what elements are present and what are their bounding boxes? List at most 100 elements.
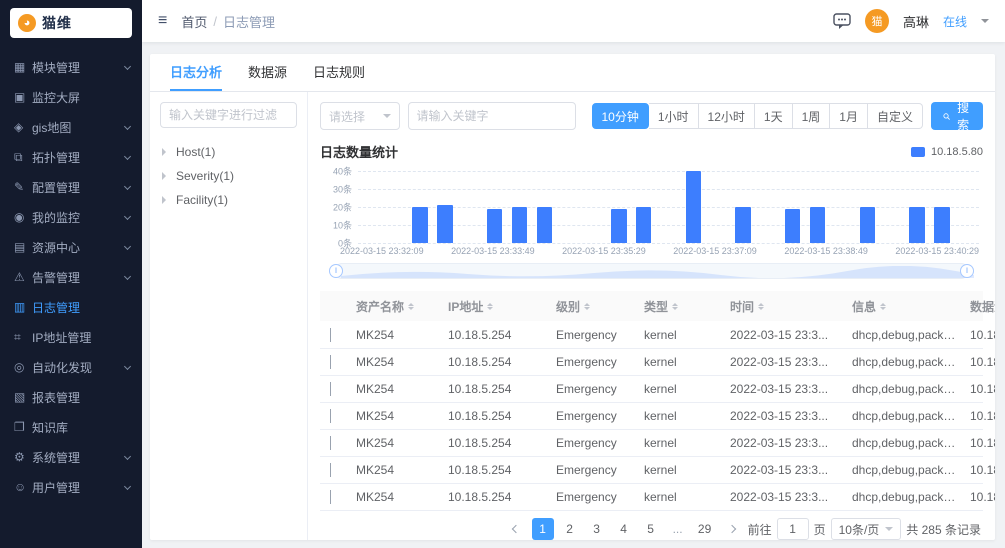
tree-node-Facility[interactable]: Facility(1)	[160, 188, 297, 212]
chart-bar[interactable]	[412, 207, 427, 243]
user-avatar[interactable]: 猫	[865, 9, 889, 33]
table-row[interactable]: MK25410.18.5.254Emergencykernel2022-03-1…	[320, 483, 983, 510]
time-range-1小时[interactable]: 1小时	[649, 103, 699, 129]
expand-row-icon[interactable]	[330, 355, 331, 369]
sidebar-item-log[interactable]: ▥日志管理	[0, 292, 142, 322]
column-header-数据源[interactable]: 数据源	[964, 298, 995, 315]
table-row[interactable]: MK25410.18.5.254Emergencykernel2022-03-1…	[320, 321, 983, 348]
sidebar-item-my-monitor[interactable]: ◉我的监控	[0, 202, 142, 232]
page-size-select[interactable]: 10条/页	[831, 518, 902, 540]
expand-row-icon[interactable]	[330, 436, 331, 450]
brand-logo[interactable]: ◕ 猫维	[10, 8, 132, 38]
time-range-12小时[interactable]: 12小时	[699, 103, 755, 129]
page-number-5[interactable]: 5	[640, 518, 662, 540]
cell-time: 2022-03-15 23:3...	[724, 355, 846, 369]
datazoom-handle-left[interactable]: ‖	[329, 264, 343, 278]
collapse-sidebar-icon[interactable]: ≡	[158, 12, 167, 30]
chart-bar[interactable]	[487, 209, 502, 243]
chart-bar[interactable]	[909, 207, 924, 243]
time-range-1月[interactable]: 1月	[830, 103, 868, 129]
table-row[interactable]: MK25410.18.5.254Emergencykernel2022-03-1…	[320, 375, 983, 402]
chart-bar[interactable]	[512, 207, 527, 243]
column-header-信息[interactable]: 信息	[846, 298, 964, 315]
table-row[interactable]: MK25410.18.5.254Emergencykernel2022-03-1…	[320, 456, 983, 483]
sidebar-item-monitor-screen[interactable]: ▣监控大屏	[0, 82, 142, 112]
chart-bar[interactable]	[636, 207, 651, 243]
chart-bar[interactable]	[437, 205, 452, 243]
cell-asset-name: MK254	[350, 409, 442, 423]
sidebar-item-users[interactable]: ☺用户管理	[0, 472, 142, 502]
sidebar-item-report[interactable]: ▧报表管理	[0, 382, 142, 412]
sidebar-item-config[interactable]: ✎配置管理	[0, 172, 142, 202]
expand-row-icon[interactable]	[330, 490, 331, 504]
expand-row-icon[interactable]	[330, 409, 331, 423]
field-select[interactable]: 请选择	[320, 102, 400, 130]
search-button[interactable]: 搜索	[931, 102, 983, 130]
tree-filter-input[interactable]	[160, 102, 297, 128]
sidebar-item-topology[interactable]: ⧉拓扑管理	[0, 142, 142, 172]
sidebar-item-alarm[interactable]: ⚠告警管理	[0, 262, 142, 292]
chart-bar[interactable]	[735, 207, 750, 243]
sidebar-item-modules[interactable]: ▦模块管理	[0, 52, 142, 82]
tree-node-Host[interactable]: Host(1)	[160, 140, 297, 164]
table-row[interactable]: MK25410.18.5.254Emergencykernel2022-03-1…	[320, 402, 983, 429]
user-menu-caret-icon[interactable]	[981, 19, 989, 27]
prev-page-button[interactable]	[505, 518, 527, 540]
page-number-2[interactable]: 2	[559, 518, 581, 540]
table-row[interactable]: MK25410.18.5.254Emergencykernel2022-03-1…	[320, 348, 983, 375]
sidebar-item-system[interactable]: ⚙系统管理	[0, 442, 142, 472]
time-range-自定义[interactable]: 自定义	[868, 103, 923, 129]
time-range-1周[interactable]: 1周	[793, 103, 831, 129]
chart-bar[interactable]	[934, 207, 949, 243]
datazoom-handle-right[interactable]: ‖	[960, 264, 974, 278]
time-range-1天[interactable]: 1天	[755, 103, 793, 129]
page-number-4[interactable]: 4	[613, 518, 635, 540]
chart-bar[interactable]	[860, 207, 875, 243]
sidebar-item-ip-address[interactable]: ⌗IP地址管理	[0, 322, 142, 352]
tree-node-Severity[interactable]: Severity(1)	[160, 164, 297, 188]
sidebar-item-auto-discovery[interactable]: ◎自动化发现	[0, 352, 142, 382]
datazoom-slider[interactable]: ‖ ‖	[334, 263, 969, 279]
sidebar-item-resource-center[interactable]: ▤资源中心	[0, 232, 142, 262]
breadcrumb-home[interactable]: 首页	[181, 12, 207, 31]
message-icon[interactable]	[833, 13, 851, 30]
column-header-资产名称[interactable]: 资产名称	[350, 298, 442, 315]
page-number-1[interactable]: 1	[532, 518, 554, 540]
column-header-类型[interactable]: 类型	[638, 298, 724, 315]
chart-bar[interactable]	[537, 207, 552, 243]
tab-数据源[interactable]: 数据源	[248, 54, 287, 91]
column-header-时间[interactable]: 时间	[724, 298, 846, 315]
sort-icon[interactable]	[584, 300, 590, 313]
table-row[interactable]: MK25410.18.5.254Emergencykernel2022-03-1…	[320, 429, 983, 456]
cell-type: kernel	[638, 490, 724, 504]
keyword-input[interactable]	[408, 102, 576, 130]
chart-bar[interactable]	[810, 207, 825, 243]
tab-日志分析[interactable]: 日志分析	[170, 54, 222, 91]
expand-row-icon[interactable]	[330, 463, 331, 477]
column-header-级别[interactable]: 级别	[550, 298, 638, 315]
sidebar-item-gis-map[interactable]: ◈gis地图	[0, 112, 142, 142]
column-header-IP地址[interactable]: IP地址	[442, 298, 550, 315]
sort-icon[interactable]	[880, 300, 886, 313]
next-page-button[interactable]	[721, 518, 743, 540]
chart-bar[interactable]	[686, 171, 701, 243]
expand-row-icon[interactable]	[330, 328, 331, 342]
sidebar-item-knowledge[interactable]: ❐知识库	[0, 412, 142, 442]
cell-time: 2022-03-15 23:3...	[724, 328, 846, 342]
y-tick-label: 30条	[320, 183, 352, 196]
chart-bar[interactable]	[611, 209, 626, 243]
legend-swatch[interactable]	[911, 147, 925, 157]
sort-icon[interactable]	[672, 300, 678, 313]
expand-row-icon[interactable]	[330, 382, 331, 396]
page-number-29[interactable]: 29	[694, 518, 716, 540]
sort-icon[interactable]	[758, 300, 764, 313]
sort-icon[interactable]	[408, 300, 414, 313]
sort-icon[interactable]	[487, 300, 493, 313]
goto-page-input[interactable]	[777, 518, 809, 540]
field-select-placeholder: 请选择	[329, 108, 383, 125]
tab-日志规则[interactable]: 日志规则	[313, 54, 365, 91]
total-records-text: 共 285 条记录	[906, 521, 981, 538]
chart-bar[interactable]	[785, 209, 800, 243]
page-number-3[interactable]: 3	[586, 518, 608, 540]
time-range-10分钟[interactable]: 10分钟	[592, 103, 649, 129]
